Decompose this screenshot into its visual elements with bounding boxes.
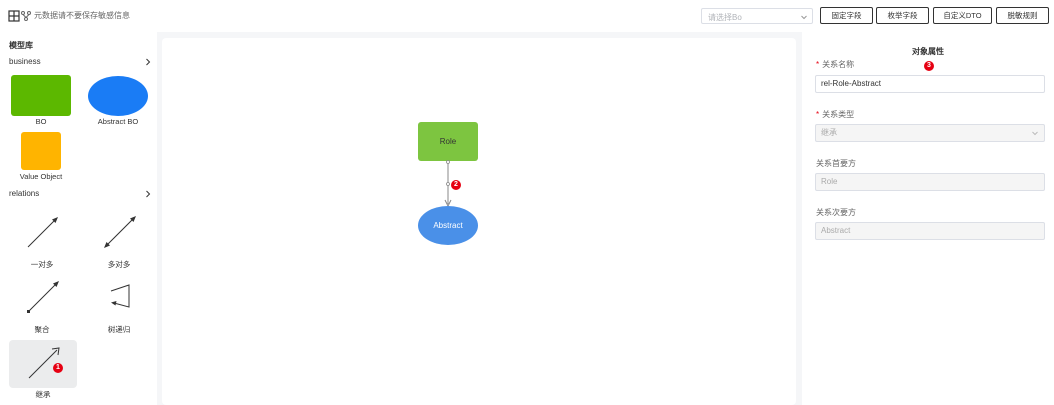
chevron-right-icon [146, 190, 151, 198]
step-badge-3: 3 [924, 61, 934, 71]
diagram-canvas[interactable]: Role 2 Abstract [162, 38, 796, 405]
many-to-many-label: 多对多 [107, 260, 131, 269]
model-library-panel: 模型库 business BO Abstract BO Value Object… [0, 32, 157, 405]
tree-recursion-icon [110, 284, 130, 308]
relation-type-value: 继承 [821, 128, 837, 137]
business-section-label: business [9, 57, 41, 66]
secondary-party-label: 关系次要方 [816, 208, 856, 217]
inheritance-item[interactable]: 1 [9, 340, 77, 388]
value-object-label: Value Object [19, 172, 63, 181]
step-badge-2: 2 [451, 180, 461, 190]
step-badge-1: 1 [53, 363, 63, 373]
enum-fields-button[interactable]: 枚举字段 [876, 7, 929, 24]
abstract-node[interactable]: Abstract [418, 206, 478, 245]
role-node[interactable]: Role [418, 122, 478, 161]
sensitive-info-notice: 元数据请不要保存敏感信息 [34, 11, 130, 20]
top-toolbar: 元数据请不要保存敏感信息 请选择Bo 固定字段 枚举字段 自定义DTO 脱敏规则 [0, 0, 1054, 32]
layout-icon[interactable] [8, 10, 20, 22]
required-marker: * [816, 110, 820, 119]
aggregation-item[interactable] [8, 275, 76, 323]
bo-select-placeholder: 请选择Bo [708, 13, 742, 22]
properties-title: 对象属性 [912, 47, 944, 56]
tree-recursion-label: 树递归 [107, 325, 131, 334]
tree-recursion-item[interactable] [85, 275, 153, 323]
relations-section-label: relations [9, 189, 40, 198]
business-section-header[interactable]: business [9, 57, 152, 69]
bo-select[interactable]: 请选择Bo [701, 8, 813, 24]
relation-name-label: * 关系名称 [816, 59, 854, 70]
relations-section-header[interactable]: relations [9, 189, 152, 201]
required-marker: * [816, 60, 820, 69]
abstract-bo-shape [88, 76, 148, 116]
primary-party-input[interactable]: Role [815, 173, 1045, 191]
relation-type-label: * 关系类型 [816, 109, 854, 120]
relation-type-select[interactable]: 继承 [815, 124, 1045, 142]
chevron-down-icon [1032, 131, 1038, 136]
relation-name-label-text: 关系名称 [822, 60, 855, 69]
aggregation-arrow-icon [27, 281, 59, 313]
properties-panel: 对象属性 3 * 关系名称 rel-Role-Abstract * 关系类型 继承 … [802, 32, 1054, 405]
one-to-many-label: 一对多 [30, 260, 54, 269]
relation-name-input[interactable]: rel-Role-Abstract [815, 75, 1045, 93]
value-object-shape [21, 132, 61, 170]
secondary-party-input[interactable]: Abstract [815, 222, 1045, 240]
chevron-down-icon [801, 15, 807, 20]
primary-party-label: 关系首要方 [816, 159, 856, 168]
one-to-many-arrow-icon [27, 217, 58, 248]
masking-rules-button[interactable]: 脱敏规则 [996, 7, 1049, 24]
relation-type-label-text: 关系类型 [822, 110, 855, 119]
custom-dto-button[interactable]: 自定义DTO [933, 7, 992, 24]
model-library-title: 模型库 [9, 41, 33, 50]
chevron-right-icon [146, 58, 151, 66]
fixed-fields-button[interactable]: 固定字段 [820, 7, 873, 24]
one-to-many-item[interactable] [8, 210, 76, 258]
many-to-many-arrow-icon [104, 216, 136, 248]
bo-label: BO [35, 117, 47, 126]
many-to-many-item[interactable] [85, 210, 153, 258]
bo-shape [11, 75, 71, 116]
aggregation-label: 聚合 [34, 325, 50, 334]
abstract-bo-label: Abstract BO [97, 117, 139, 126]
tree-icon[interactable] [20, 10, 32, 22]
inheritance-label: 继承 [35, 390, 51, 399]
